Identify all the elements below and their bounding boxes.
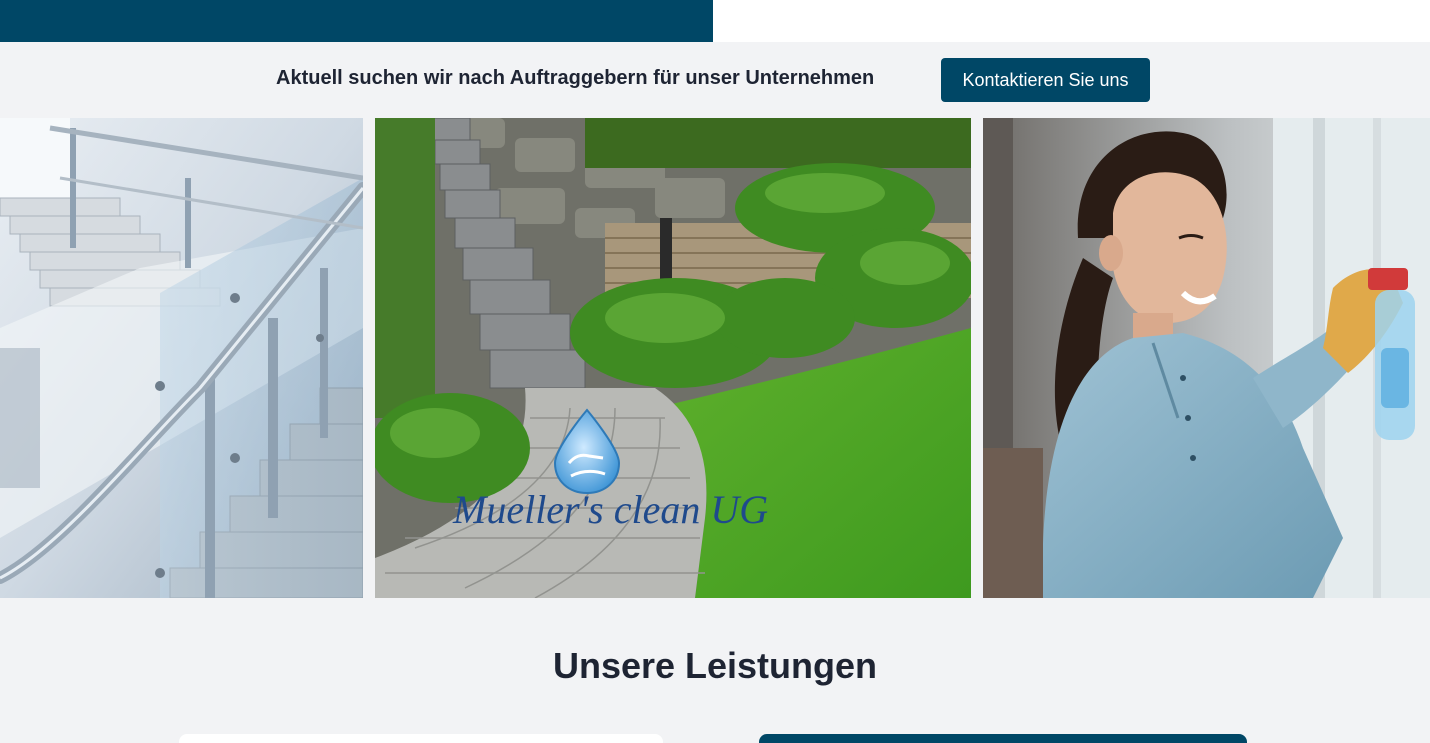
service-card[interactable] — [179, 734, 663, 743]
services-title: Unsere Leistungen — [552, 645, 878, 686]
garden-photo: Mueller's clean UG — [375, 118, 971, 598]
top-bar — [0, 0, 1430, 42]
staircase-photo — [0, 118, 363, 598]
contact-button[interactable]: Kontaktieren Sie uns — [941, 58, 1150, 102]
announcement-bar: Aktuell suchen wir nach Auftraggebern fü… — [0, 42, 1430, 118]
top-bar-accent — [0, 0, 713, 42]
announcement-text: Aktuell suchen wir nach Auftraggebern fü… — [276, 67, 875, 89]
logo-text: Mueller's clean UG — [452, 487, 768, 532]
image-gallery: Mueller's clean UG — [0, 118, 1430, 598]
cleaning-woman-photo — [983, 118, 1430, 598]
service-card-highlighted[interactable] — [759, 734, 1247, 743]
